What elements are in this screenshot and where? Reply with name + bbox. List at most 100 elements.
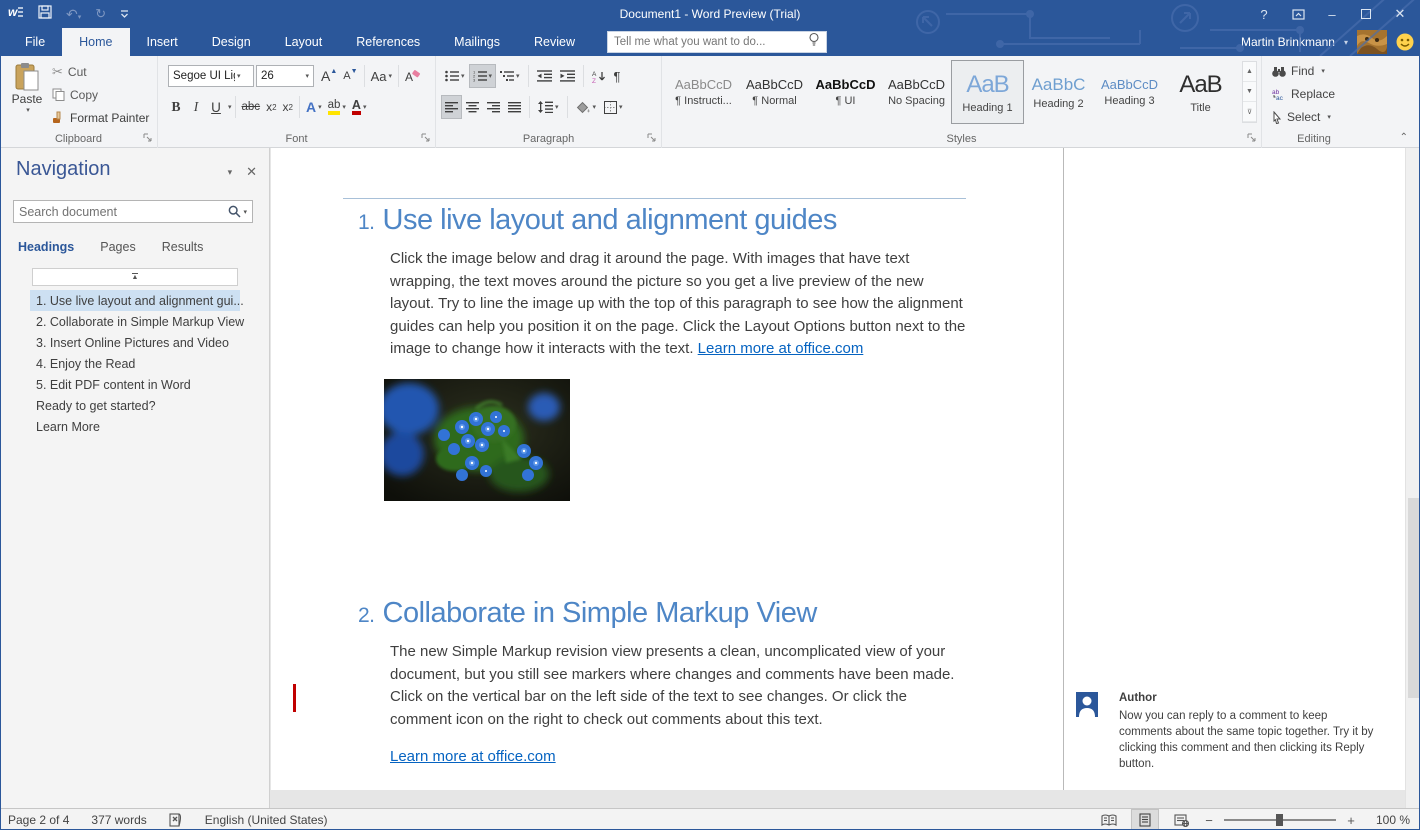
style-ui[interactable]: AaBbCcD ¶ UI [810,61,881,123]
redo-icon[interactable]: ↻ [95,6,106,22]
style-heading-3[interactable]: AaBbCcD Heading 3 [1094,61,1165,123]
section-1-heading[interactable]: 1.Use live layout and alignment guides [358,204,837,237]
paragraph-dialog-launcher-icon[interactable] [646,132,658,144]
tab-review[interactable]: Review [517,28,592,56]
style-normal[interactable]: AaBbCcD ¶ Normal [739,61,810,123]
select-button[interactable]: Select▾ [1272,108,1331,126]
navigation-options-icon[interactable]: ▾ [228,167,233,178]
font-size-input[interactable] [261,70,295,82]
changed-line-marker[interactable] [293,684,296,712]
copy-button[interactable]: Copy [52,86,149,103]
font-name-input[interactable] [169,70,235,82]
numbering-button[interactable]: 123▾ [470,65,496,87]
minimize-icon[interactable]: – [1318,2,1346,26]
borders-button[interactable]: ▾ [601,96,626,118]
tab-insert[interactable]: Insert [130,28,195,56]
strikethrough-button[interactable]: abc [239,96,264,118]
customize-qat-icon[interactable] [120,5,129,23]
flowers-photo[interactable] [384,379,570,501]
search-icon[interactable] [228,205,241,218]
grow-font-button[interactable]: A▲ [318,65,340,87]
font-dialog-launcher-icon[interactable] [420,132,432,144]
shading-button[interactable]: ▾ [573,96,600,118]
collapse-ribbon-icon[interactable]: ⌃ [1400,132,1408,143]
line-spacing-button[interactable]: ▾ [535,96,562,118]
increase-indent-button[interactable] [557,65,578,87]
search-input[interactable] [19,205,228,219]
tab-mailings[interactable]: Mailings [437,28,517,56]
search-dropdown-icon[interactable]: ▾ [243,208,247,216]
text-effects-button[interactable]: A▾ [303,96,325,118]
style-no-spacing[interactable]: AaBbCcD No Spacing [881,61,952,123]
section-2-heading[interactable]: 2.Collaborate in Simple Markup View [358,597,817,630]
heading-item-5[interactable]: 5. Edit PDF content in Word [0,374,270,395]
ribbon-display-options-icon[interactable] [1284,2,1312,26]
zoom-slider-thumb[interactable] [1276,814,1283,826]
cut-button[interactable]: ✂ Cut [52,63,149,80]
tab-file[interactable]: File [8,28,62,56]
bold-button[interactable]: B [166,96,186,118]
close-icon[interactable]: ✕ [1386,2,1414,26]
font-color-button[interactable]: A▾ [349,96,370,118]
nav-tab-headings[interactable]: Headings [18,240,74,254]
find-button[interactable]: Find▾ [1272,62,1325,80]
replace-button[interactable]: abac Replace [1272,85,1335,103]
office-link-2[interactable]: Learn more at office.com [390,748,556,765]
align-right-button[interactable] [484,96,503,118]
office-link-1[interactable]: Learn more at office.com [698,340,864,357]
user-name[interactable]: Martin Brinkmann [1241,35,1335,49]
headings-collapse-bar[interactable]: ▲ [32,268,238,286]
paste-button[interactable]: Paste ▾ [6,62,48,134]
subscript-button[interactable]: x2 [263,96,279,118]
vertical-scrollbar[interactable] [1405,148,1420,808]
save-icon[interactable] [38,5,52,24]
heading-item-3[interactable]: 3. Insert Online Pictures and Video [0,332,270,353]
superscript-button[interactable]: x2 [280,96,296,118]
nav-tab-results[interactable]: Results [162,240,204,254]
zoom-in-button[interactable]: + [1346,813,1356,828]
font-name-dropdown-icon[interactable]: ▾ [237,72,241,80]
tab-references[interactable]: References [339,28,437,56]
underline-dropdown-icon[interactable]: ▾ [228,103,232,111]
zoom-out-button[interactable]: − [1204,813,1214,828]
styles-scroll-up-icon[interactable]: ▲ [1243,62,1256,82]
font-size-combobox[interactable]: ▾ [256,65,314,87]
print-layout-button[interactable] [1132,810,1158,830]
section-2-paragraph[interactable]: The new Simple Markup revision view pres… [390,641,968,731]
user-dropdown-icon[interactable]: ▾ [1344,38,1348,47]
navigation-close-icon[interactable]: ✕ [246,164,257,180]
styles-gallery-expand-icon[interactable]: ⊽ [1243,102,1256,122]
style-heading-1[interactable]: AaB Heading 1 [952,61,1023,123]
bullets-button[interactable]: ▾ [442,65,468,87]
help-icon[interactable]: ? [1250,2,1278,26]
highlight-button[interactable]: ab▾ [325,96,349,118]
styles-dialog-launcher-icon[interactable] [1246,132,1258,144]
page-indicator[interactable]: Page 2 of 4 [8,813,69,827]
language-indicator[interactable]: English (United States) [205,813,328,827]
style-heading-2[interactable]: AaBbC Heading 2 [1023,61,1094,123]
format-painter-button[interactable]: Format Painter [52,109,149,126]
style-title[interactable]: AaB Title [1165,61,1236,123]
maximize-icon[interactable] [1352,2,1380,26]
heading-item-1[interactable]: 1. Use live layout and alignment gui... [30,290,240,311]
heading-item-6[interactable]: Ready to get started? [0,395,270,416]
shrink-font-button[interactable]: A▼ [340,65,360,87]
align-center-button[interactable] [463,96,482,118]
undo-icon[interactable]: ↶▾ [66,6,81,23]
multilevel-list-button[interactable]: ▾ [497,65,523,87]
font-name-combobox[interactable]: ▾ [168,65,254,87]
decrease-indent-button[interactable] [534,65,555,87]
font-size-dropdown-icon[interactable]: ▾ [305,72,309,80]
read-mode-button[interactable] [1096,810,1122,830]
heading-item-7[interactable]: Learn More [0,416,270,437]
clipboard-dialog-launcher-icon[interactable] [142,132,154,144]
tab-design[interactable]: Design [195,28,268,56]
tab-layout[interactable]: Layout [268,28,340,56]
document-page[interactable]: 1.Use live layout and alignment guides C… [271,148,1063,790]
paste-dropdown-icon[interactable]: ▾ [26,106,30,114]
style-instructions[interactable]: AaBbCcD ¶ Instructi... [668,61,739,123]
zoom-slider[interactable] [1224,819,1336,821]
section-1-paragraph[interactable]: Click the image below and drag it around… [390,248,968,361]
change-case-button[interactable]: Aa▾ [368,65,395,87]
underline-button[interactable]: U [206,96,226,118]
